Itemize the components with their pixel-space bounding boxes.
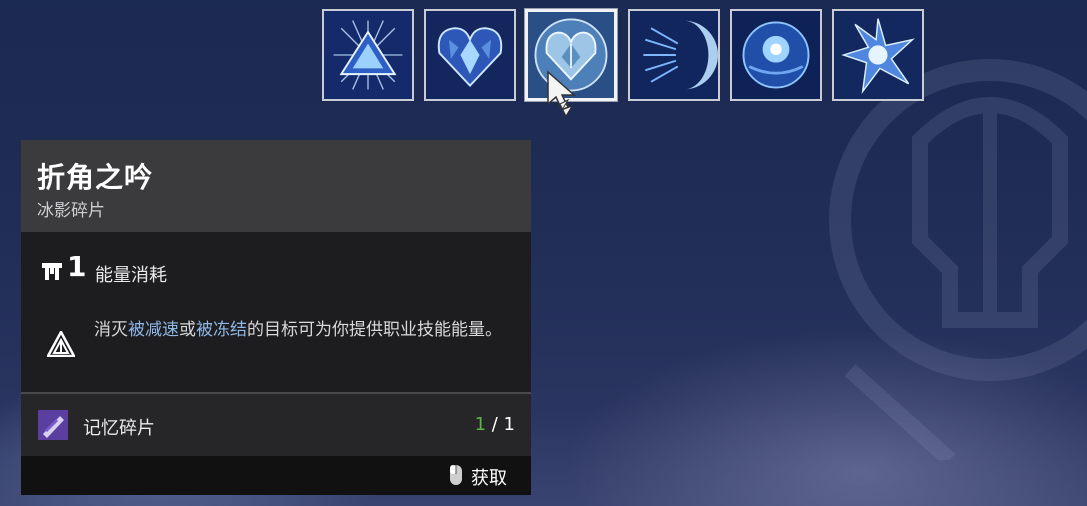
tooltip-header: 折角之吟 冰影碎片: [21, 140, 531, 232]
background-emblem-icon: [829, 59, 1087, 460]
keyword-frozen: 被冻结: [196, 320, 247, 340]
energy-cost-value: 1: [67, 250, 87, 283]
requirement-row: 记忆碎片 1 / 1: [21, 394, 531, 456]
energy-pillar-icon: [42, 263, 62, 280]
item-subtitle: 冰影碎片: [37, 201, 105, 221]
crystal-pyramid-icon: [324, 11, 412, 99]
crystal-burst-icon: [834, 11, 922, 99]
aspect-slot-2[interactable]: [424, 9, 516, 101]
aspect-slot-6[interactable]: [832, 9, 924, 101]
cursor-icon: [547, 70, 576, 118]
item-title: 折角之吟: [37, 161, 154, 194]
requirement-count: 1 / 1: [474, 414, 515, 435]
keyword-slowed: 被减速: [128, 320, 179, 340]
stasis-triangle-icon: [47, 331, 75, 357]
aspect-slot-1[interactable]: [322, 9, 414, 101]
energy-cost-label: 能量消耗: [95, 265, 167, 286]
aspect-tooltip: 折角之吟 冰影碎片 1 能量消耗 消灭被减速或被冻结的目标可为你提供职业技能能量…: [21, 140, 531, 495]
tooltip-footer: 获取: [21, 456, 531, 495]
crystal-heart-icon: [426, 11, 514, 99]
crystal-crescent-icon: [630, 11, 718, 99]
memory-fragment-icon: [38, 410, 68, 440]
aspect-slot-5[interactable]: [730, 9, 822, 101]
mouse-icon: [450, 465, 462, 485]
requirement-label: 记忆碎片: [83, 418, 155, 439]
aspect-slot-4[interactable]: [628, 9, 720, 101]
perk-description: 消灭被减速或被冻结的目标可为你提供职业技能能量。: [94, 320, 502, 340]
acquire-button[interactable]: 获取: [471, 464, 507, 490]
tooltip-body: 1 能量消耗 消灭被减速或被冻结的目标可为你提供职业技能能量。: [21, 232, 531, 392]
crystal-orb-icon: [732, 11, 820, 99]
